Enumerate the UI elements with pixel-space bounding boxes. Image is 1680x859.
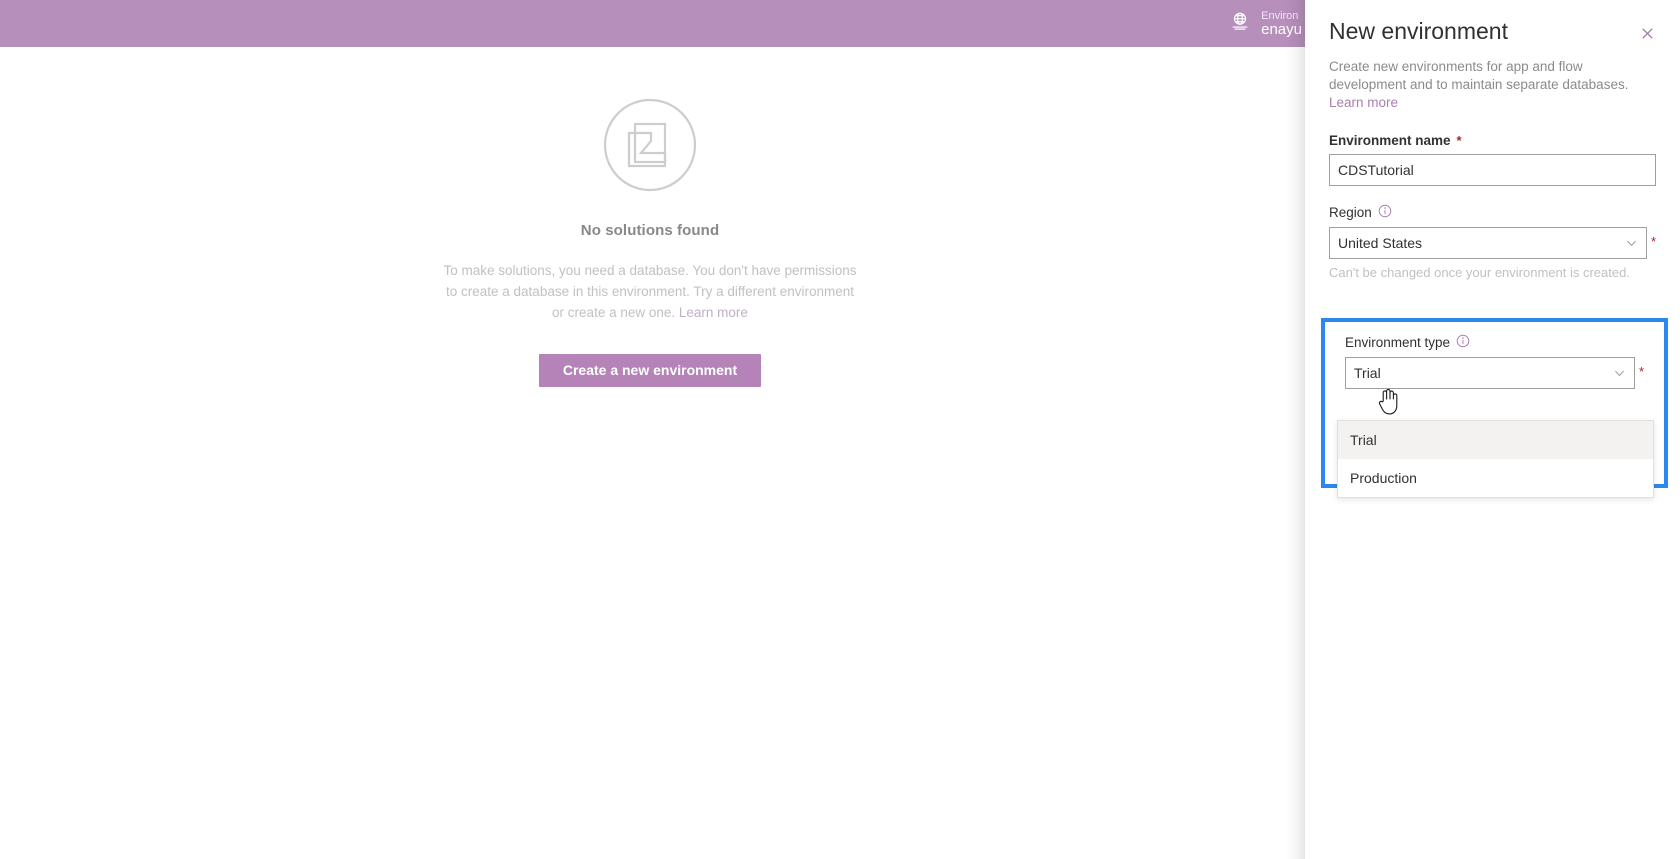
environment-name-input[interactable]: [1329, 154, 1656, 187]
empty-state-learn-more-link[interactable]: Learn more: [679, 305, 748, 320]
required-asterisk: *: [1456, 133, 1462, 149]
empty-state-description-text: To make solutions, you need a database. …: [443, 263, 857, 320]
panel-header: New environment: [1305, 0, 1680, 46]
globe-icon: [1229, 10, 1251, 37]
environment-caption: Environ: [1261, 9, 1299, 22]
empty-state-title: No solutions found: [580, 222, 720, 239]
environment-type-label-text: Environment type: [1345, 335, 1451, 350]
environment-type-label: Environment type: [1345, 334, 1644, 351]
environment-name-label: Environment name *: [1329, 133, 1656, 148]
environment-info: Environ enayu: [1261, 9, 1302, 39]
environment-type-selected-value: Trial: [1354, 365, 1381, 381]
environment-type-dropdown[interactable]: Trial: [1345, 357, 1635, 389]
region-label-text: Region: [1329, 205, 1372, 221]
environment-name-value: enayu: [1261, 20, 1302, 38]
empty-state-description: To make solutions, you need a database. …: [440, 261, 860, 324]
empty-state: No solutions found To make solutions, yo…: [0, 97, 1300, 387]
dropdown-option-trial[interactable]: Trial: [1338, 421, 1653, 459]
region-field-group: Region United States * Can't be changed …: [1329, 204, 1656, 282]
panel-description: Create new environments for app and flow…: [1305, 46, 1680, 112]
close-icon[interactable]: [1632, 18, 1662, 48]
region-dropdown[interactable]: United States: [1329, 227, 1647, 260]
panel-description-text: Create new environments for app and flow…: [1329, 58, 1629, 92]
environment-switcher[interactable]: Environ enayu: [1229, 0, 1302, 47]
environment-type-required-asterisk: *: [1638, 364, 1644, 379]
environment-type-dropdown-list: Trial Production: [1337, 420, 1654, 498]
region-input-row: United States *: [1329, 227, 1656, 260]
document-stack-icon: [602, 97, 698, 222]
region-selected-value: United States: [1338, 235, 1423, 252]
environment-type-field-group: Environment type Trial *: [1325, 322, 1664, 389]
region-help-text: Can't be changed once your environment i…: [1329, 265, 1630, 281]
create-a-new-environment-button[interactable]: Create a new environment: [538, 353, 762, 387]
panel-learn-more-link[interactable]: Learn more: [1329, 95, 1398, 110]
panel-form: Environment name * Region: [1305, 111, 1680, 282]
environment-type-input-row: Trial *: [1345, 357, 1644, 389]
region-label: Region: [1329, 204, 1656, 221]
main-content-area: No solutions found To make solutions, yo…: [0, 47, 1300, 859]
info-icon[interactable]: [1378, 204, 1392, 221]
panel-title: New environment: [1329, 18, 1508, 44]
dropdown-option-production[interactable]: Production: [1338, 459, 1653, 497]
info-icon[interactable]: [1456, 334, 1470, 351]
region-required-asterisk: *: [1650, 234, 1656, 250]
environment-name-label-text: Environment name: [1329, 133, 1451, 149]
environment-name-field-group: Environment name *: [1329, 133, 1656, 187]
